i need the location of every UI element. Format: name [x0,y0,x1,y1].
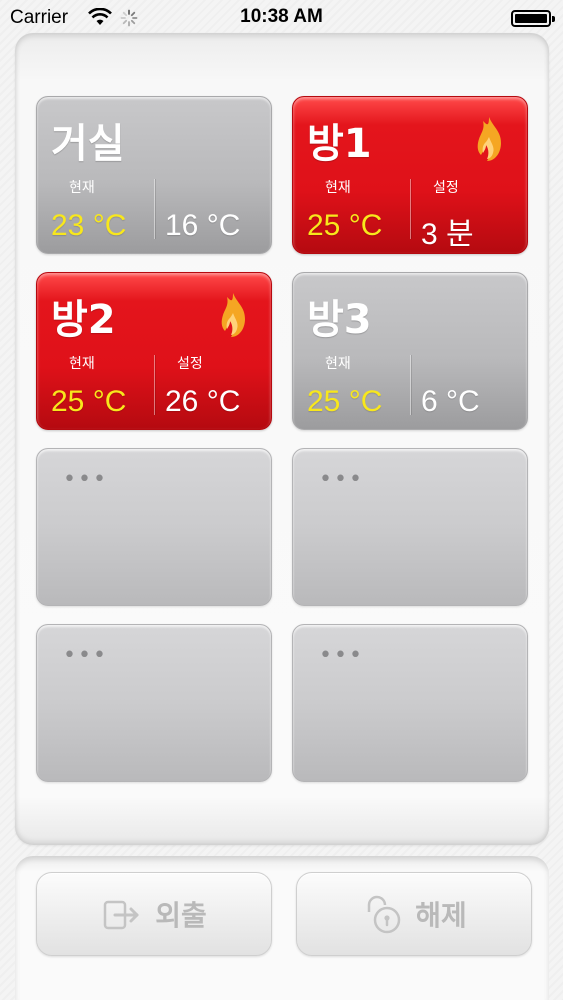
current-temperature: 25 °C [307,385,383,418]
room-name: 방1 [307,121,372,167]
more-icon: ••• [63,467,108,492]
current-temperature: 23 °C [51,209,127,242]
empty-room-slot[interactable]: ••• [292,624,528,782]
room-tile-room1[interactable]: 방1 현재 설정 25 °C 3 분 [292,96,528,254]
tile-divider [410,179,411,239]
flame-icon [221,293,245,337]
release-button[interactable]: 해제 [296,872,532,956]
room-tile-living[interactable]: 거실 현재 23 °C 16 °C [36,96,272,254]
room-name: 거실 [51,121,125,167]
empty-room-slot[interactable]: ••• [36,624,272,782]
unlock-icon [367,895,401,934]
tile-divider [154,355,155,415]
current-temperature: 25 °C [51,385,127,418]
setting-label: 설정 [177,356,203,372]
exit-door-icon [103,900,139,930]
away-button[interactable]: 외출 [36,872,272,956]
flame-icon [477,117,501,161]
setting-value: 26 °C [165,385,241,418]
tile-divider [410,355,411,415]
empty-room-slot[interactable]: ••• [292,448,528,606]
more-icon: ••• [319,467,364,492]
room-tile-room2[interactable]: 방2 현재 설정 25 °C 26 °C [36,272,272,430]
room-name: 방2 [51,297,116,343]
empty-room-slot[interactable]: ••• [36,448,272,606]
clock: 10:38 AM [240,6,323,27]
current-label: 현재 [325,180,351,196]
current-temperature: 25 °C [307,209,383,242]
more-icon: ••• [319,643,364,668]
more-icon: ••• [63,643,108,668]
away-button-label: 외출 [155,899,207,932]
current-label: 현재 [69,180,95,196]
current-label: 현재 [69,356,95,372]
room-tile-room3[interactable]: 방3 현재 25 °C 6 °C [292,272,528,430]
setting-value: 3 분 [421,218,474,251]
battery-icon [511,10,555,27]
room-name: 방3 [307,297,372,343]
release-button-label: 해제 [415,899,467,932]
current-label: 현재 [325,356,351,372]
tile-divider [154,179,155,239]
setting-value: 16 °C [165,209,241,242]
setting-label: 설정 [433,180,459,196]
setting-value: 6 °C [421,385,480,418]
